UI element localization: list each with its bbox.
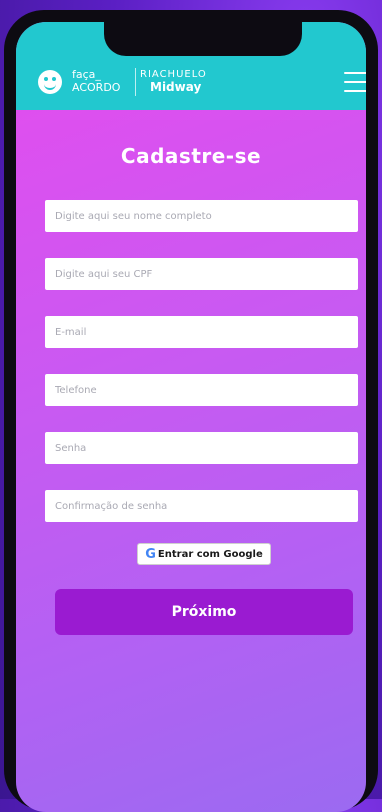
brand-logo-text: faça_ ACORDO: [72, 68, 120, 94]
next-button[interactable]: Próximo: [55, 589, 353, 635]
brand-line2: ACORDO: [72, 81, 121, 94]
smiley-logo-icon: [38, 70, 62, 94]
phone-input[interactable]: [45, 374, 358, 406]
confirm-password-input[interactable]: [45, 490, 358, 522]
google-signin-button[interactable]: G Entrar com Google: [137, 543, 271, 565]
full-name-input[interactable]: [45, 200, 358, 232]
google-signin-label: Entrar com Google: [157, 548, 263, 560]
cpf-input[interactable]: [45, 258, 358, 290]
header-divider: [135, 68, 136, 96]
password-input[interactable]: [45, 432, 358, 464]
email-input[interactable]: [45, 316, 358, 348]
google-g-icon: G: [145, 546, 156, 562]
phone-screen: faça_ ACORDO RIACHUELO Midway Cadastre-s…: [16, 22, 366, 812]
phone-notch: [104, 22, 302, 56]
phone-frame: faça_ ACORDO RIACHUELO Midway Cadastre-s…: [4, 10, 378, 812]
next-button-label: Próximo: [171, 604, 237, 620]
brand-line1: faça_: [72, 68, 101, 81]
partner-line2: Midway: [150, 80, 202, 94]
hamburger-menu-icon[interactable]: [344, 72, 366, 92]
page-title: Cadastre-se: [120, 144, 262, 168]
partner-logo: RIACHUELO Midway: [140, 68, 207, 94]
